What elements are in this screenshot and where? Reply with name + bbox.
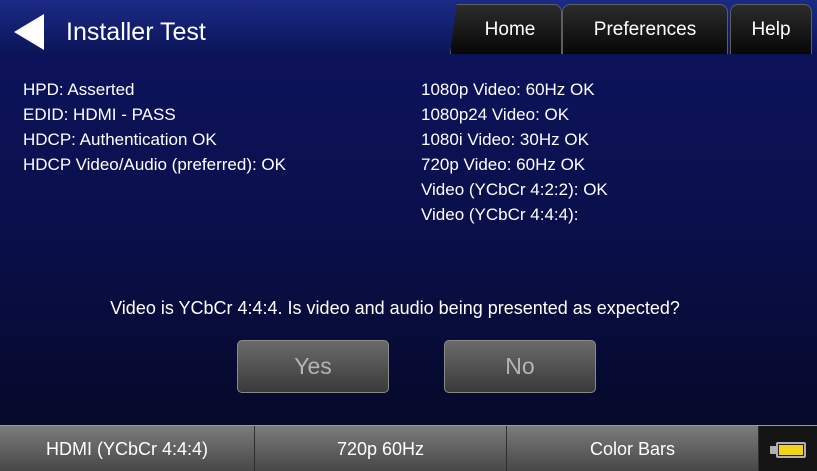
battery-level-fill — [779, 445, 803, 455]
status-720p: 720p Video: 60Hz OK — [421, 155, 586, 174]
status-1080p24: 1080p24 Video: OK — [421, 105, 570, 124]
page-title: Installer Test — [66, 18, 206, 46]
status-ycbcr-422: Video (YCbCr 4:2:2): OK — [421, 180, 608, 199]
image-selector[interactable]: Color Bars — [507, 426, 759, 471]
back-arrow-icon[interactable] — [10, 12, 50, 52]
yes-button[interactable]: Yes — [237, 340, 389, 393]
status-list-left: HPD: Asserted EDID: HDMI - PASS HDCP: Au… — [23, 77, 286, 177]
interface-selector[interactable]: HDMI (YCbCr 4:4:4) — [0, 426, 255, 471]
status-1080p: 1080p Video: 60Hz OK — [421, 80, 595, 99]
status-list-right: 1080p Video: 60Hz OK 1080p24 Video: OK 1… — [421, 77, 608, 227]
tab-preferences[interactable]: Preferences — [562, 4, 728, 54]
status-hdcp-video-audio: HDCP Video/Audio (preferred): OK — [23, 155, 286, 174]
battery-indicator — [759, 426, 817, 471]
battery-icon — [776, 442, 806, 458]
tab-home[interactable]: Home — [450, 4, 562, 54]
no-button[interactable]: No — [444, 340, 596, 393]
prompt-question: Video is YCbCr 4:4:4. Is video and audio… — [110, 298, 680, 318]
status-ycbcr-444: Video (YCbCr 4:4:4): — [421, 205, 579, 224]
status-hdcp: HDCP: Authentication OK — [23, 130, 217, 149]
format-selector[interactable]: 720p 60Hz — [255, 426, 507, 471]
status-hpd: HPD: Asserted — [23, 80, 135, 99]
status-1080i: 1080i Video: 30Hz OK — [421, 130, 589, 149]
header-bar: Installer Test Home Preferences Help — [0, 0, 817, 58]
tab-help[interactable]: Help — [730, 4, 812, 54]
footer-bar: HDMI (YCbCr 4:4:4) 720p 60Hz Color Bars — [0, 425, 817, 471]
status-edid: EDID: HDMI - PASS — [23, 105, 176, 124]
